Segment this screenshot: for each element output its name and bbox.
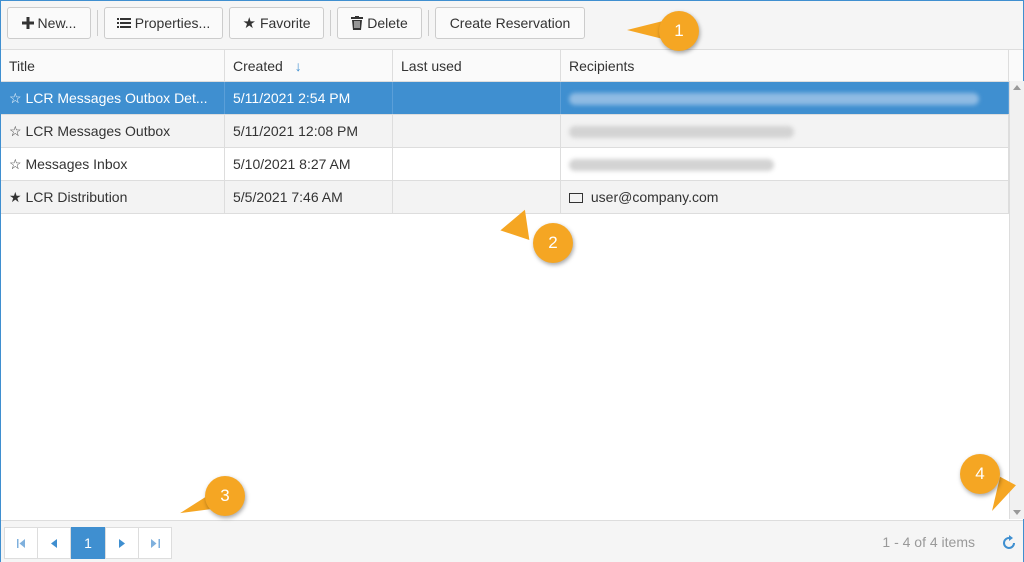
blurred-recipients bbox=[569, 159, 774, 172]
callout-badge: 1 bbox=[659, 11, 699, 51]
star-outline-icon[interactable]: ☆ bbox=[9, 90, 22, 106]
favorite-button[interactable]: ★ Favorite bbox=[229, 7, 324, 39]
column-header-recipients[interactable]: Recipients bbox=[561, 50, 1009, 81]
star-outline-icon[interactable]: ☆ bbox=[9, 123, 22, 139]
properties-button[interactable]: Properties... bbox=[104, 7, 223, 39]
pager: 1 1 - 4 of 4 items bbox=[1, 520, 1023, 562]
star-outline-icon[interactable]: ☆ bbox=[9, 156, 22, 172]
recipients-cell bbox=[561, 148, 1009, 180]
callout-pointer bbox=[627, 21, 663, 39]
column-header-created[interactable]: Created ↓ bbox=[225, 50, 393, 81]
recipients-cell bbox=[561, 82, 1009, 114]
row-title: LCR Messages Outbox bbox=[25, 123, 171, 139]
scroll-up-arrow-icon[interactable] bbox=[1013, 85, 1021, 90]
refresh-icon[interactable] bbox=[1001, 535, 1017, 551]
recipients-cell: user@company.com bbox=[561, 181, 1009, 213]
current-page-button[interactable]: 1 bbox=[71, 527, 105, 559]
blurred-recipients bbox=[569, 93, 979, 106]
plus-icon bbox=[21, 17, 34, 29]
scroll-down-arrow-icon[interactable] bbox=[1013, 510, 1021, 515]
last-used-cell bbox=[393, 181, 561, 213]
last-used-cell bbox=[393, 148, 561, 180]
star-filled-icon[interactable]: ★ bbox=[9, 189, 22, 205]
star-icon: ★ bbox=[242, 15, 256, 32]
reservation-templates-panel: New... Properties... ★ Favorite Delete C… bbox=[0, 0, 1024, 562]
last-used-cell bbox=[393, 115, 561, 147]
last-used-cell bbox=[393, 82, 561, 114]
table-row[interactable]: ☆ LCR Messages Outbox 5/11/2021 12:08 PM bbox=[1, 115, 1009, 148]
column-header-label: Recipients bbox=[569, 58, 635, 74]
table-row[interactable]: ☆ LCR Messages Outbox Det... 5/11/2021 2… bbox=[1, 82, 1009, 115]
first-page-icon[interactable] bbox=[4, 527, 38, 559]
column-header-label: Created bbox=[233, 58, 283, 74]
column-header-label: Last used bbox=[401, 58, 462, 74]
recipient-email: user@company.com bbox=[590, 189, 719, 205]
blurred-recipients bbox=[569, 126, 794, 139]
new-button-label: New... bbox=[37, 15, 77, 31]
pager-summary: 1 - 4 of 4 items bbox=[882, 534, 975, 550]
sort-arrow-down-icon: ↓ bbox=[294, 58, 302, 74]
trash-icon bbox=[351, 16, 364, 30]
column-header-label: Title bbox=[9, 58, 35, 74]
list-icon bbox=[116, 18, 131, 28]
created-cell: 5/5/2021 7:46 AM bbox=[225, 181, 393, 213]
create-reservation-button[interactable]: Create Reservation bbox=[435, 7, 585, 39]
callout-badge: 3 bbox=[205, 476, 245, 516]
title-cell: ★ LCR Distribution bbox=[1, 181, 225, 213]
row-title: LCR Distribution bbox=[25, 189, 128, 205]
next-page-icon[interactable] bbox=[105, 527, 139, 559]
column-header-last-used[interactable]: Last used bbox=[393, 50, 561, 81]
title-cell: ☆ LCR Messages Outbox Det... bbox=[1, 82, 225, 114]
envelope-icon bbox=[569, 193, 583, 204]
callout-badge: 4 bbox=[960, 454, 1000, 494]
new-button[interactable]: New... bbox=[7, 7, 91, 39]
vertical-scrollbar[interactable] bbox=[1009, 81, 1024, 519]
callout-badge: 2 bbox=[533, 223, 573, 263]
previous-page-icon[interactable] bbox=[37, 527, 71, 559]
properties-button-label: Properties... bbox=[134, 15, 211, 31]
row-title: LCR Messages Outbox Det... bbox=[25, 90, 208, 106]
created-cell: 5/10/2021 8:27 AM bbox=[225, 148, 393, 180]
row-title: Messages Inbox bbox=[25, 156, 128, 172]
delete-button-label: Delete bbox=[367, 15, 408, 31]
grid-header: Title Created ↓ Last used Recipients bbox=[1, 50, 1023, 82]
table-row[interactable]: ★ LCR Distribution 5/5/2021 7:46 AM user… bbox=[1, 181, 1009, 214]
toolbar-divider bbox=[330, 10, 331, 36]
created-cell: 5/11/2021 2:54 PM bbox=[225, 82, 393, 114]
table-row[interactable]: ☆ Messages Inbox 5/10/2021 8:27 AM bbox=[1, 148, 1009, 181]
create-reservation-button-label: Create Reservation bbox=[449, 15, 571, 31]
last-page-icon[interactable] bbox=[138, 527, 172, 559]
toolbar-divider bbox=[97, 10, 98, 36]
delete-button[interactable]: Delete bbox=[337, 7, 422, 39]
column-header-title[interactable]: Title bbox=[1, 50, 225, 81]
title-cell: ☆ Messages Inbox bbox=[1, 148, 225, 180]
recipients-cell bbox=[561, 115, 1009, 147]
toolbar-divider bbox=[428, 10, 429, 36]
favorite-button-label: Favorite bbox=[259, 15, 311, 31]
created-cell: 5/11/2021 12:08 PM bbox=[225, 115, 393, 147]
title-cell: ☆ LCR Messages Outbox bbox=[1, 115, 225, 147]
toolbar: New... Properties... ★ Favorite Delete C… bbox=[1, 1, 1023, 50]
